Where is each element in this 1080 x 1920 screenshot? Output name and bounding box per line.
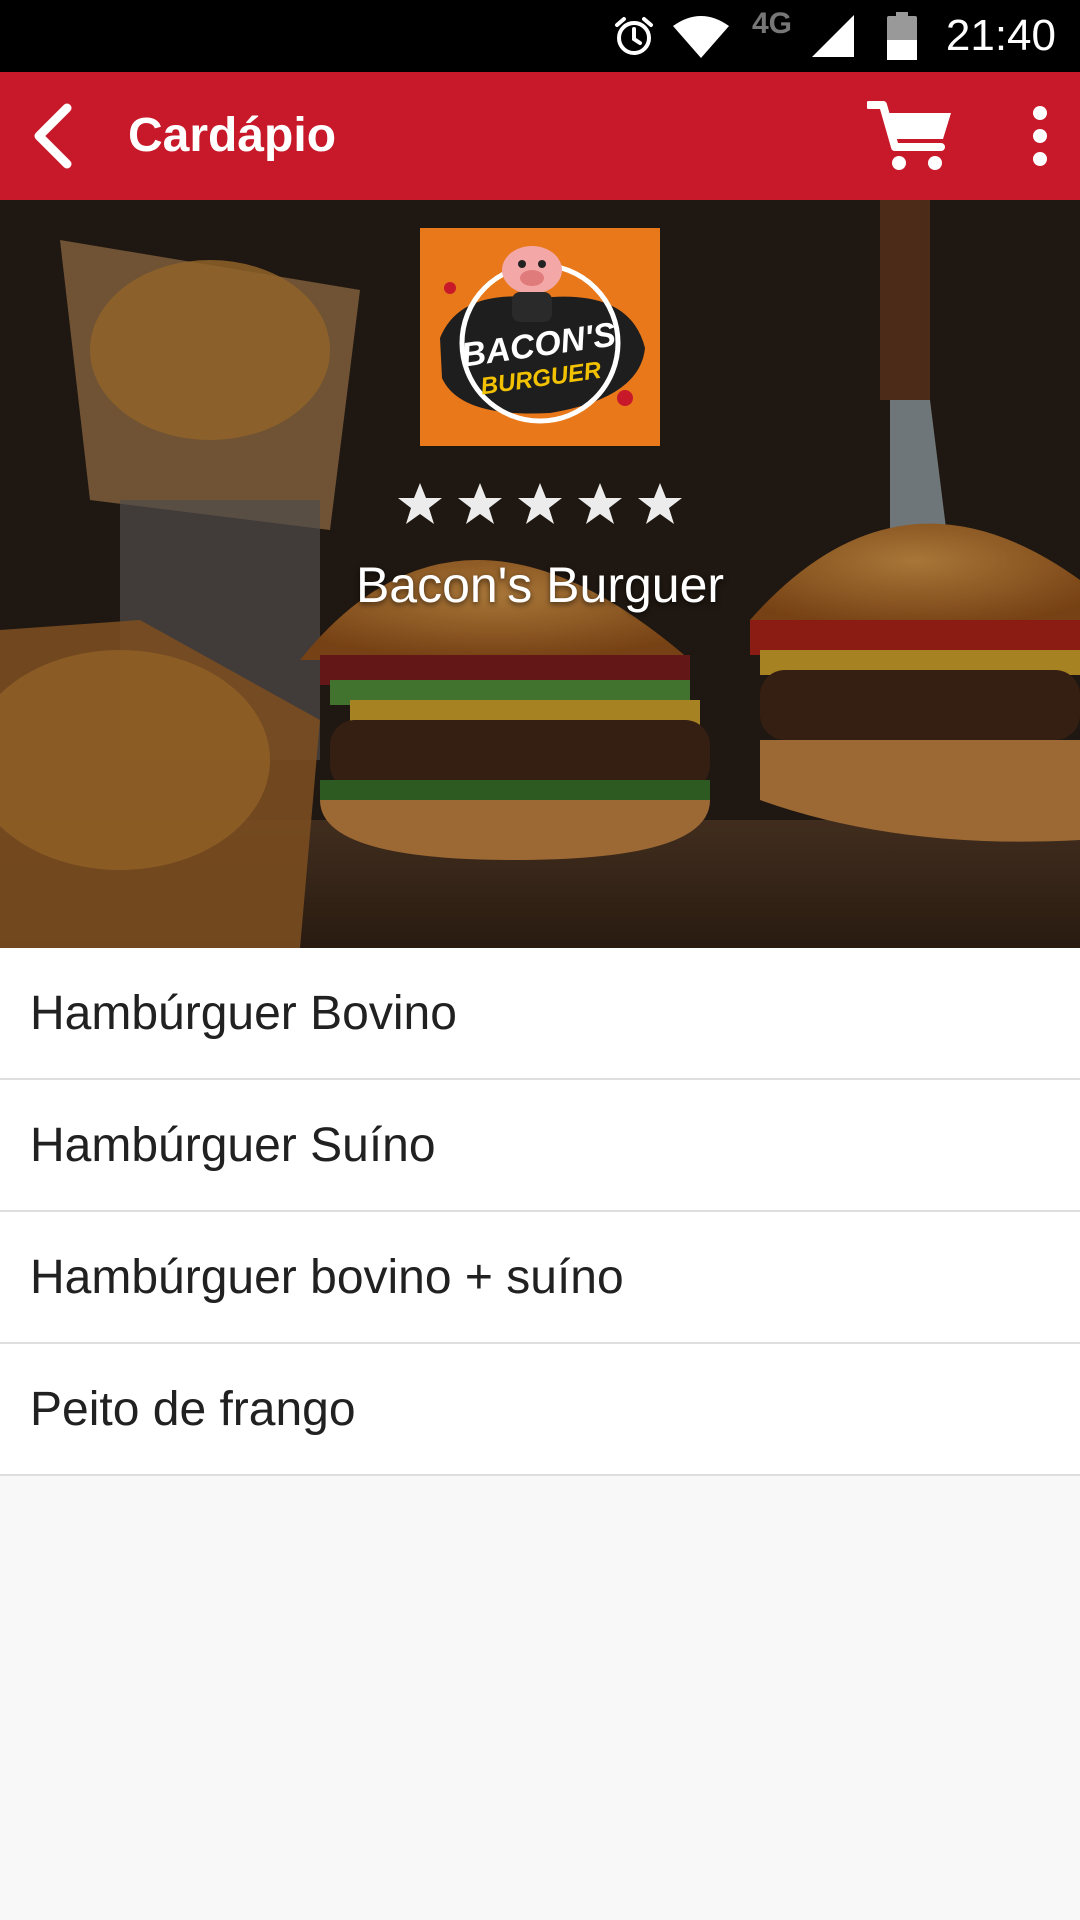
- category-list: Hambúrguer Bovino Hambúrguer Suíno Hambú…: [0, 948, 1080, 1476]
- page-title: Cardápio: [128, 109, 337, 162]
- alarm-icon: [606, 0, 662, 72]
- network-type: 4G: [744, 4, 800, 44]
- back-arrow-icon: [34, 103, 72, 169]
- restaurant-name: Bacon's Burguer: [355, 557, 725, 613]
- restaurant-logo: BACON'S BURGUER: [420, 228, 660, 446]
- network-type-label: 4G: [751, 7, 793, 40]
- category-item[interactable]: Hambúrguer Suíno: [0, 1080, 1080, 1212]
- app-bar: Cardápio: [0, 72, 1080, 200]
- back-button[interactable]: [14, 96, 94, 176]
- rating-stars: [396, 480, 684, 530]
- status-time: 21:40: [945, 11, 1056, 60]
- cart-button[interactable]: [860, 92, 960, 180]
- category-item[interactable]: Hambúrguer Bovino: [0, 948, 1080, 1080]
- more-vert-icon: [1033, 106, 1047, 166]
- more-options-button[interactable]: [1010, 96, 1070, 176]
- category-label: Hambúrguer Bovino: [30, 986, 457, 1040]
- cart-icon: [867, 101, 951, 170]
- signal-icon: [808, 0, 858, 72]
- star-icon: [638, 483, 682, 524]
- star-icon: [458, 483, 502, 524]
- status-bar: 4G 21:40: [0, 0, 1080, 72]
- category-label: Peito de frango: [30, 1382, 356, 1436]
- category-label: Hambúrguer Suíno: [30, 1118, 436, 1172]
- battery-icon: [880, 0, 924, 72]
- category-label: Hambúrguer bovino + suíno: [30, 1250, 624, 1304]
- star-icon: [578, 483, 622, 524]
- wifi-icon: [668, 0, 734, 72]
- category-item[interactable]: Hambúrguer bovino + suíno: [0, 1212, 1080, 1344]
- restaurant-hero: BACON'S BURGUER Bacon's Burguer: [0, 200, 1080, 948]
- bacons-burguer-logo: BACON'S BURGUER: [420, 228, 660, 446]
- star-icon: [518, 483, 562, 524]
- empty-content-area: [0, 1476, 1080, 1920]
- category-item[interactable]: Peito de frango: [0, 1344, 1080, 1476]
- star-icon: [398, 483, 442, 524]
